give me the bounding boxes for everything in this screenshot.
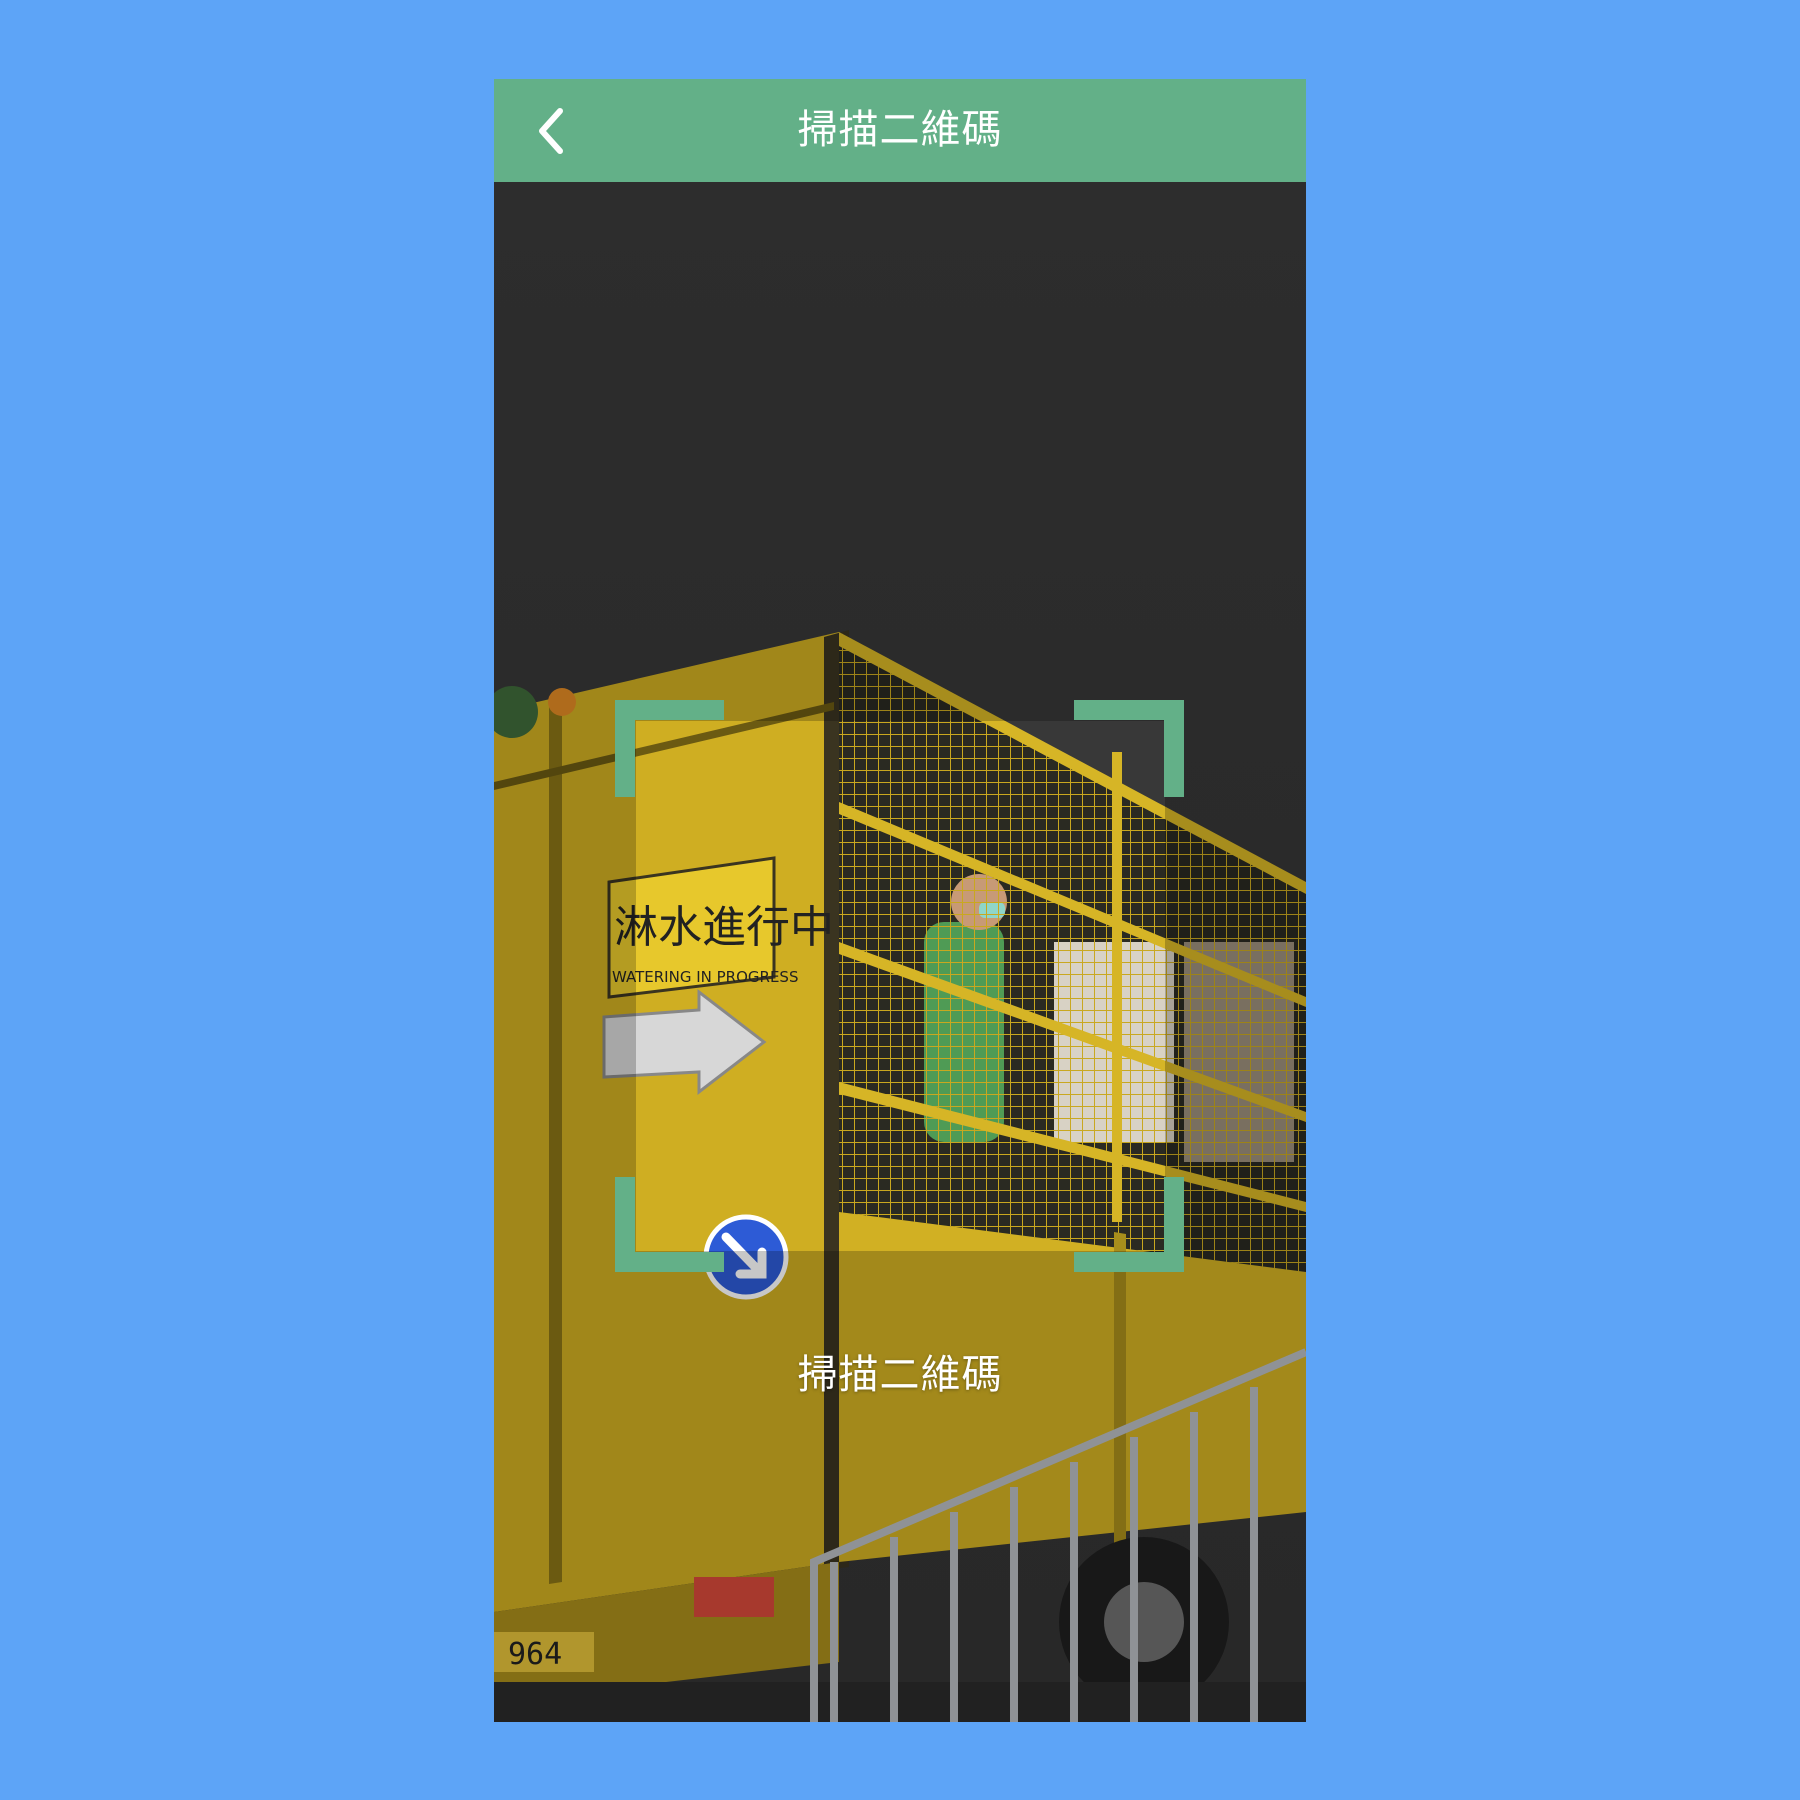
camera-preview: 964 淋水進行中 WATERING IN PROGRESS bbox=[494, 182, 1306, 1722]
scan-caption: 掃描二維碼 bbox=[797, 1352, 1003, 1398]
sign-chinese-text: 淋水進行中 bbox=[614, 902, 834, 953]
sign-english-text: WATERING IN PROGRESS bbox=[612, 968, 798, 986]
top-app-bar: 掃描二維碼 bbox=[494, 79, 1306, 182]
phone-screen: 掃描二維碼 淋水進行中 WATERING IN PROGRESS 掃描二維碼 bbox=[494, 79, 1306, 1722]
page-title: 掃描二維碼 bbox=[797, 107, 1003, 153]
cage-post bbox=[1112, 752, 1122, 1222]
